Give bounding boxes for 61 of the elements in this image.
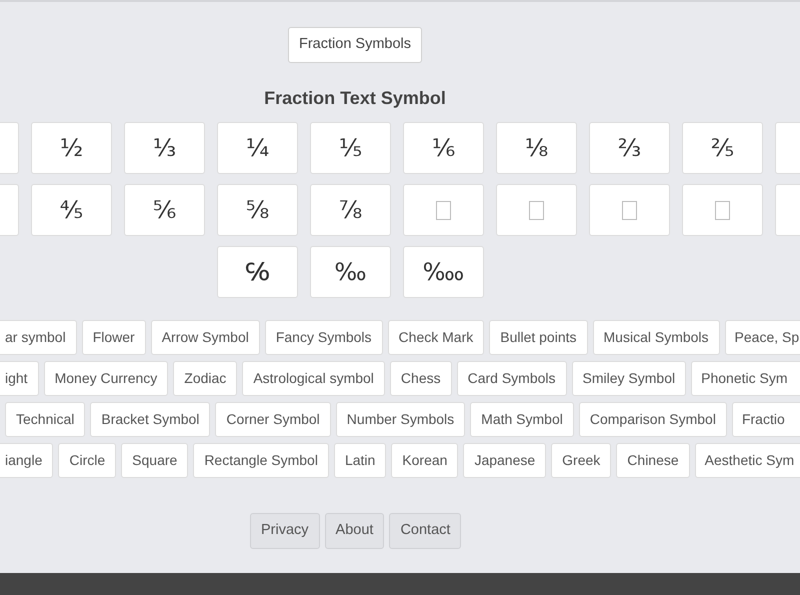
- symbol-card[interactable]: [589, 184, 670, 236]
- category-link[interactable]: Greek: [551, 443, 612, 478]
- symbol-card[interactable]: ‰: [310, 246, 391, 298]
- missing-glyph-icon: [436, 200, 451, 220]
- symbol-card[interactable]: ¼: [217, 122, 298, 174]
- symbol-card[interactable]: ⅖: [682, 122, 763, 174]
- symbol-card[interactable]: ⅚: [124, 184, 205, 236]
- symbol-card[interactable]: ⅔: [589, 122, 670, 174]
- footer-link[interactable]: Privacy: [250, 513, 320, 549]
- category-link[interactable]: Circle: [58, 443, 116, 478]
- category-link[interactable]: Phonetic Sym: [691, 361, 800, 396]
- category-button[interactable]: Fraction Symbols: [288, 27, 422, 63]
- category-link[interactable]: Flower: [82, 320, 146, 355]
- category-link[interactable]: Korean: [391, 443, 458, 478]
- category-link[interactable]: Technical: [5, 402, 86, 437]
- category-link[interactable]: Number Symbols: [336, 402, 466, 437]
- category-link[interactable]: Bullet points: [489, 320, 588, 355]
- category-link[interactable]: Fancy Symbols: [264, 320, 383, 355]
- category-link[interactable]: Musical Symbols: [592, 320, 720, 355]
- missing-glyph-icon: [622, 200, 637, 220]
- symbol-card[interactable]: [496, 184, 577, 236]
- category-link[interactable]: Aesthetic Sym: [694, 443, 800, 478]
- category-link[interactable]: Chinese: [616, 443, 690, 478]
- page-title: Fraction Text Symbol: [264, 87, 446, 110]
- symbol-card[interactable]: [403, 184, 484, 236]
- category-link[interactable]: Peace, Sp: [724, 320, 800, 355]
- category-link[interactable]: ight: [0, 361, 39, 396]
- category-link[interactable]: Chess: [390, 361, 452, 396]
- symbol-card[interactable]: ½: [31, 122, 112, 174]
- category-link[interactable]: Math Symbol: [470, 402, 574, 437]
- category-link[interactable]: Astrological symbol: [242, 361, 385, 396]
- symbol-card[interactable]: ⅓: [124, 122, 205, 174]
- symbol-card[interactable]: ⅛: [496, 122, 577, 174]
- category-link[interactable]: Japanese: [463, 443, 546, 478]
- category-link[interactable]: Smiley Symbol: [572, 361, 686, 396]
- category-link[interactable]: Comparison Symbol: [578, 402, 727, 437]
- category-link[interactable]: Fractio: [732, 402, 800, 437]
- symbol-card[interactable]: ‱: [403, 246, 484, 298]
- symbol-card[interactable]: ⅞: [310, 184, 391, 236]
- category-link[interactable]: Rectangle Symbol: [193, 443, 329, 478]
- footer-link[interactable]: Contact: [389, 513, 462, 549]
- category-link[interactable]: Check Mark: [388, 320, 484, 355]
- category-link[interactable]: Arrow Symbol: [150, 320, 260, 355]
- symbol-card[interactable]: ⅘: [31, 184, 112, 236]
- category-link[interactable]: Money Currency: [44, 361, 168, 396]
- symbol-card[interactable]: ⅙: [403, 122, 484, 174]
- symbol-card[interactable]: ℅: [217, 246, 298, 298]
- category-link[interactable]: iangle: [0, 443, 54, 478]
- category-link[interactable]: Corner Symbol: [215, 402, 331, 437]
- symbol-card[interactable]: ⅝: [217, 184, 298, 236]
- symbol-card[interactable]: [682, 184, 763, 236]
- footer-link[interactable]: About: [324, 513, 384, 549]
- category-link[interactable]: Zodiac: [173, 361, 238, 396]
- missing-glyph-icon: [529, 200, 544, 220]
- category-link[interactable]: Square: [121, 443, 188, 478]
- category-link[interactable]: Card Symbols: [456, 361, 567, 396]
- category-link[interactable]: Bracket Symbol: [90, 402, 210, 437]
- missing-glyph-icon: [715, 200, 730, 220]
- symbol-card[interactable]: ⅕: [310, 122, 391, 174]
- category-link[interactable]: Latin: [334, 443, 386, 478]
- category-link[interactable]: ar symbol: [0, 320, 77, 355]
